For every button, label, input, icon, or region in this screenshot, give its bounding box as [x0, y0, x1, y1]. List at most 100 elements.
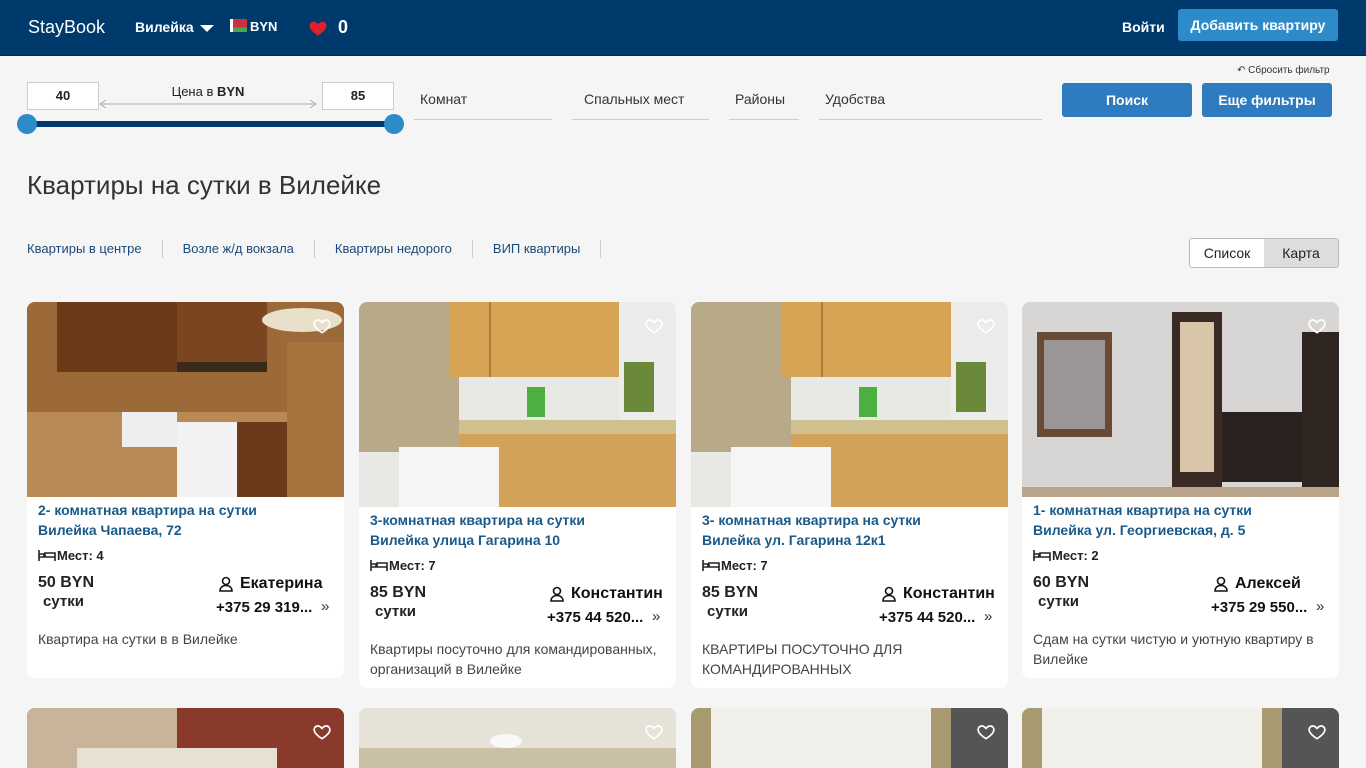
reset-filter-link[interactable]: ↶ Сбросить фильтр	[1237, 65, 1330, 76]
view-list-button[interactable]: Список	[1190, 239, 1264, 267]
listing-phone[interactable]: +375 44 520...	[879, 609, 975, 626]
bed-icon	[702, 560, 720, 571]
listing-description: Квартира на сутки в в Вилейке	[38, 631, 238, 647]
listing-card[interactable]: 3-комнатная квартира на сутки Вилейка ул…	[359, 302, 676, 688]
listing-price: 85 BYN	[370, 584, 427, 601]
amenities-filter[interactable]: Удобства	[819, 82, 1042, 120]
listing-address[interactable]: Вилейка ул. Гагарина 12к1	[702, 530, 886, 550]
listing-card[interactable]	[1022, 708, 1339, 768]
listing-address[interactable]: Вилейка ул. Георгиевская, д. 5	[1033, 520, 1245, 540]
favorite-heart-icon[interactable]	[1307, 722, 1327, 742]
listing-address[interactable]: Вилейка улица Гагарина 10	[370, 530, 560, 550]
listing-photo[interactable]	[691, 708, 1008, 768]
listing-places: Мест: 7	[721, 558, 768, 573]
listing-photo[interactable]	[27, 708, 344, 768]
listing-title[interactable]: 2- комнатная квартира на сутки	[38, 500, 257, 520]
top-navbar: StayBook Вилейка BYN 0 Войти Добавить кв…	[0, 0, 1366, 56]
show-phone-chevron-icon[interactable]: »	[1316, 598, 1324, 615]
favorite-heart-icon[interactable]	[644, 722, 664, 742]
city-selector[interactable]: Вилейка	[135, 19, 194, 35]
favorite-heart-icon[interactable]	[312, 316, 332, 336]
price-slider-min-handle[interactable]	[17, 114, 37, 134]
listing-owner: Алексей	[1235, 575, 1301, 592]
listing-places: Мест: 2	[1052, 548, 1099, 563]
listing-card[interactable]	[691, 708, 1008, 768]
listing-photo[interactable]	[27, 302, 344, 497]
price-slider-max-handle[interactable]	[384, 114, 404, 134]
districts-filter[interactable]: Районы	[729, 82, 799, 120]
listing-phone[interactable]: +375 29 319...	[216, 599, 312, 616]
listing-photo[interactable]	[359, 708, 676, 768]
favorite-heart-icon[interactable]	[644, 316, 664, 336]
listing-title[interactable]: 1- комнатная квартира на сутки	[1033, 500, 1252, 520]
favorite-heart-icon[interactable]	[1307, 316, 1327, 336]
currency-selector[interactable]: BYN	[250, 19, 277, 34]
listing-price-period: сутки	[1038, 593, 1079, 610]
favorite-heart-icon[interactable]	[312, 722, 332, 742]
price-label: Цена в BYN	[171, 84, 245, 99]
listing-price-period: сутки	[43, 593, 84, 610]
listing-photo[interactable]	[1022, 302, 1339, 497]
show-phone-chevron-icon[interactable]: »	[321, 598, 329, 615]
listing-price: 50 BYN	[38, 574, 95, 591]
quick-links: Квартиры в центре Возле ж/д вокзала Квар…	[27, 240, 621, 260]
site-logo[interactable]: StayBook	[28, 17, 105, 38]
quick-link-station[interactable]: Возле ж/д вокзала	[183, 240, 315, 258]
login-link[interactable]: Войти	[1122, 19, 1165, 35]
belarus-flag-icon[interactable]	[230, 19, 247, 32]
listing-card[interactable]	[359, 708, 676, 768]
listing-photo[interactable]	[1022, 708, 1339, 768]
quick-link-center[interactable]: Квартиры в центре	[27, 240, 163, 258]
user-icon	[219, 576, 233, 592]
listing-card[interactable]: 3- комнатная квартира на сутки Вилейка у…	[691, 302, 1008, 688]
listing-owner: Екатерина	[240, 575, 323, 592]
view-toggle: Список Карта	[1189, 238, 1339, 268]
listing-phone[interactable]: +375 29 550...	[1211, 599, 1307, 616]
listing-address[interactable]: Вилейка Чапаева, 72	[38, 520, 182, 540]
listing-description: Квартиры посуточно для командированных, …	[370, 641, 657, 677]
listing-description: КВАРТИРЫ ПОСУТОЧНО ДЛЯ КОМАНДИРОВАННЫХ	[702, 641, 903, 677]
favorite-heart-icon[interactable]	[976, 722, 996, 742]
bed-icon	[1033, 550, 1051, 561]
chevron-down-icon[interactable]	[200, 25, 214, 32]
price-max-input[interactable]: 85	[322, 82, 394, 110]
view-map-button[interactable]: Карта	[1264, 239, 1338, 267]
listing-title[interactable]: 3-комнатная квартира на сутки	[370, 510, 585, 530]
listing-card[interactable]	[27, 708, 344, 768]
price-range-arrow-icon	[99, 99, 317, 109]
more-filters-button[interactable]: Еще фильтры	[1202, 83, 1332, 117]
listing-places: Мест: 7	[389, 558, 436, 573]
listing-price: 60 BYN	[1033, 574, 1090, 591]
listing-price-period: сутки	[707, 603, 748, 620]
listing-photo[interactable]	[691, 302, 1008, 507]
listing-owner: Константин	[571, 585, 663, 602]
listing-phone[interactable]: +375 44 520...	[547, 609, 643, 626]
search-button[interactable]: Поиск	[1062, 83, 1192, 117]
listing-card[interactable]: 2- комнатная квартира на сутки Вилейка Ч…	[27, 302, 344, 678]
show-phone-chevron-icon[interactable]: »	[984, 608, 992, 625]
user-icon	[550, 586, 564, 602]
favorite-heart-icon[interactable]	[976, 316, 996, 336]
user-icon	[1214, 576, 1228, 592]
quick-link-cheap[interactable]: Квартиры недорого	[335, 240, 473, 258]
listing-description: Сдам на сутки чистую и уютную квартиру в…	[1033, 631, 1314, 667]
user-icon	[882, 586, 896, 602]
listing-price-period: сутки	[375, 603, 416, 620]
listing-card[interactable]: 1- комнатная квартира на сутки Вилейка у…	[1022, 302, 1339, 678]
rooms-filter[interactable]: Комнат	[414, 82, 552, 120]
beds-filter[interactable]: Спальных мест	[572, 82, 709, 120]
price-min-input[interactable]: 40	[27, 82, 99, 110]
listing-owner: Константин	[903, 585, 995, 602]
page-title: Квартиры на сутки в Вилейке	[27, 170, 382, 200]
bed-icon	[38, 550, 56, 561]
bed-icon	[370, 560, 388, 571]
add-apartment-button[interactable]: Добавить квартиру	[1178, 9, 1338, 41]
show-phone-chevron-icon[interactable]: »	[652, 608, 660, 625]
quick-link-vip[interactable]: ВИП квартиры	[493, 240, 602, 258]
listing-places: Мест: 4	[57, 548, 104, 563]
listing-title[interactable]: 3- комнатная квартира на сутки	[702, 510, 921, 530]
favorites-count[interactable]: 0	[338, 17, 348, 38]
listing-photo[interactable]	[359, 302, 676, 507]
price-slider-track[interactable]	[27, 121, 394, 127]
favorites-heart-icon[interactable]	[308, 18, 328, 38]
